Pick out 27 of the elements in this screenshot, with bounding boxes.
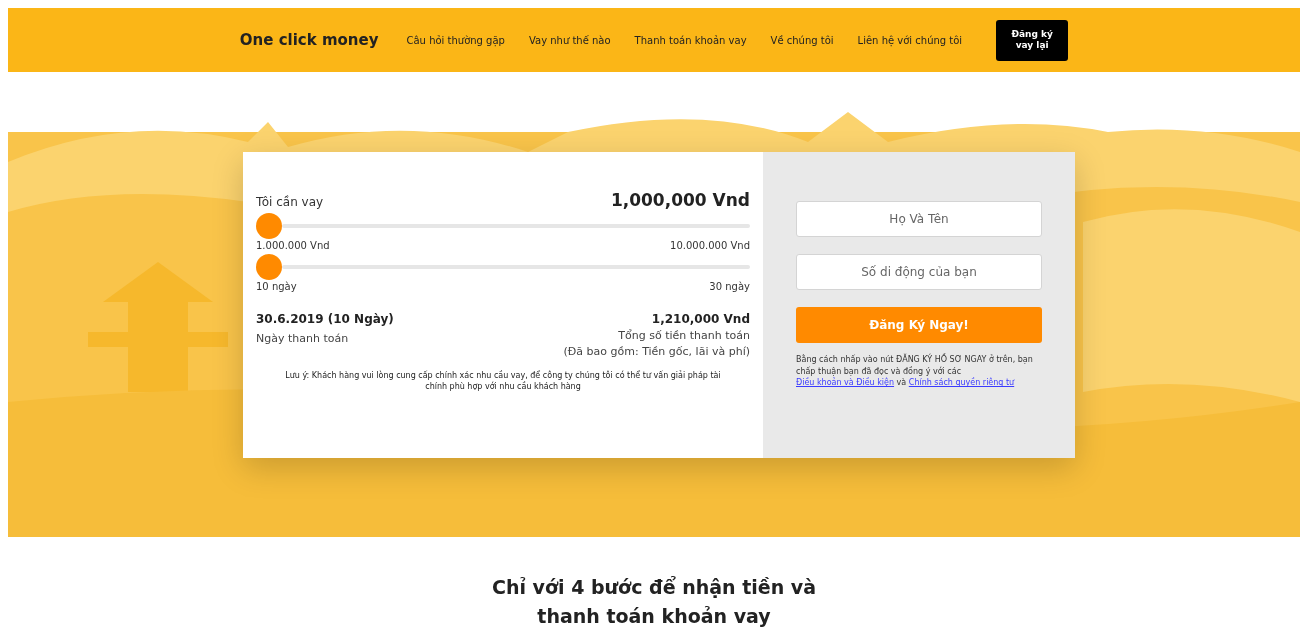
input-field[interactable]: Họ Và Tên (796, 201, 1042, 237)
total-label: Tổng số tiền thanh toán (618, 329, 750, 342)
nav-link[interactable]: Câu hỏi thường gặp (406, 34, 505, 46)
loan-amount: 1,000,000 Vnd (610, 190, 750, 210)
total-amount: 1,210,000 Vnd (651, 312, 750, 326)
input-field[interactable]: Số di động của bạn (796, 254, 1042, 290)
slider-thumb[interactable] (256, 213, 282, 239)
nav-link[interactable]: Liên hệ với chúng tôi (857, 34, 963, 46)
reborrow-button[interactable]: Đăng ký vay lại (996, 19, 1069, 61)
section-heading: Chỉ với 4 bước để nhận tiền và thanh toán khoản vay (491, 575, 817, 629)
nav-link[interactable]: Vay như thế nào (528, 34, 611, 46)
loan-label: Tôi cần vay (256, 195, 324, 209)
consent-text: Bằng cách nhấp vào nút ĐĂNG KÝ HỒ SƠ NGAY ở trên, bạn chấp thuận bạn đã đọc và đồng ý với các Điều khoản và Điều kiện và Chính sách quyền riêng tư (796, 354, 1034, 389)
note-text: Lưu ý: Khách hàng vui lòng cung cấp chính xác nhu cầu vay, để công ty chúng tôi có thể tư vấn giải pháp tài chính phù hợp với nhu cầu khách hàng (284, 370, 722, 393)
slider-max-label: 30 ngày (709, 281, 750, 292)
site-logo[interactable]: One click money (239, 31, 379, 49)
terms-link[interactable]: Điều khoản và Điều kiện (796, 378, 895, 388)
due-date: 30.6.2019 (10 Ngày) (256, 312, 394, 326)
nav-link[interactable]: Thanh toán khoản vay (634, 34, 747, 46)
slider-max-label: 10.000.000 Vnd (670, 240, 750, 251)
slider-thumb[interactable] (256, 254, 282, 280)
slider-min-label: 10 ngày (256, 281, 297, 292)
slider-min-label: 1.000.000 Vnd (256, 240, 330, 251)
due-date-label: Ngày thanh toán (256, 332, 350, 345)
nav-link[interactable]: Về chúng tôi (770, 34, 834, 46)
total-note: (Đã bao gồm: Tiền gốc, lãi và phí) (563, 345, 750, 358)
privacy-link[interactable]: Chính sách quyền riêng tư (908, 378, 1015, 388)
